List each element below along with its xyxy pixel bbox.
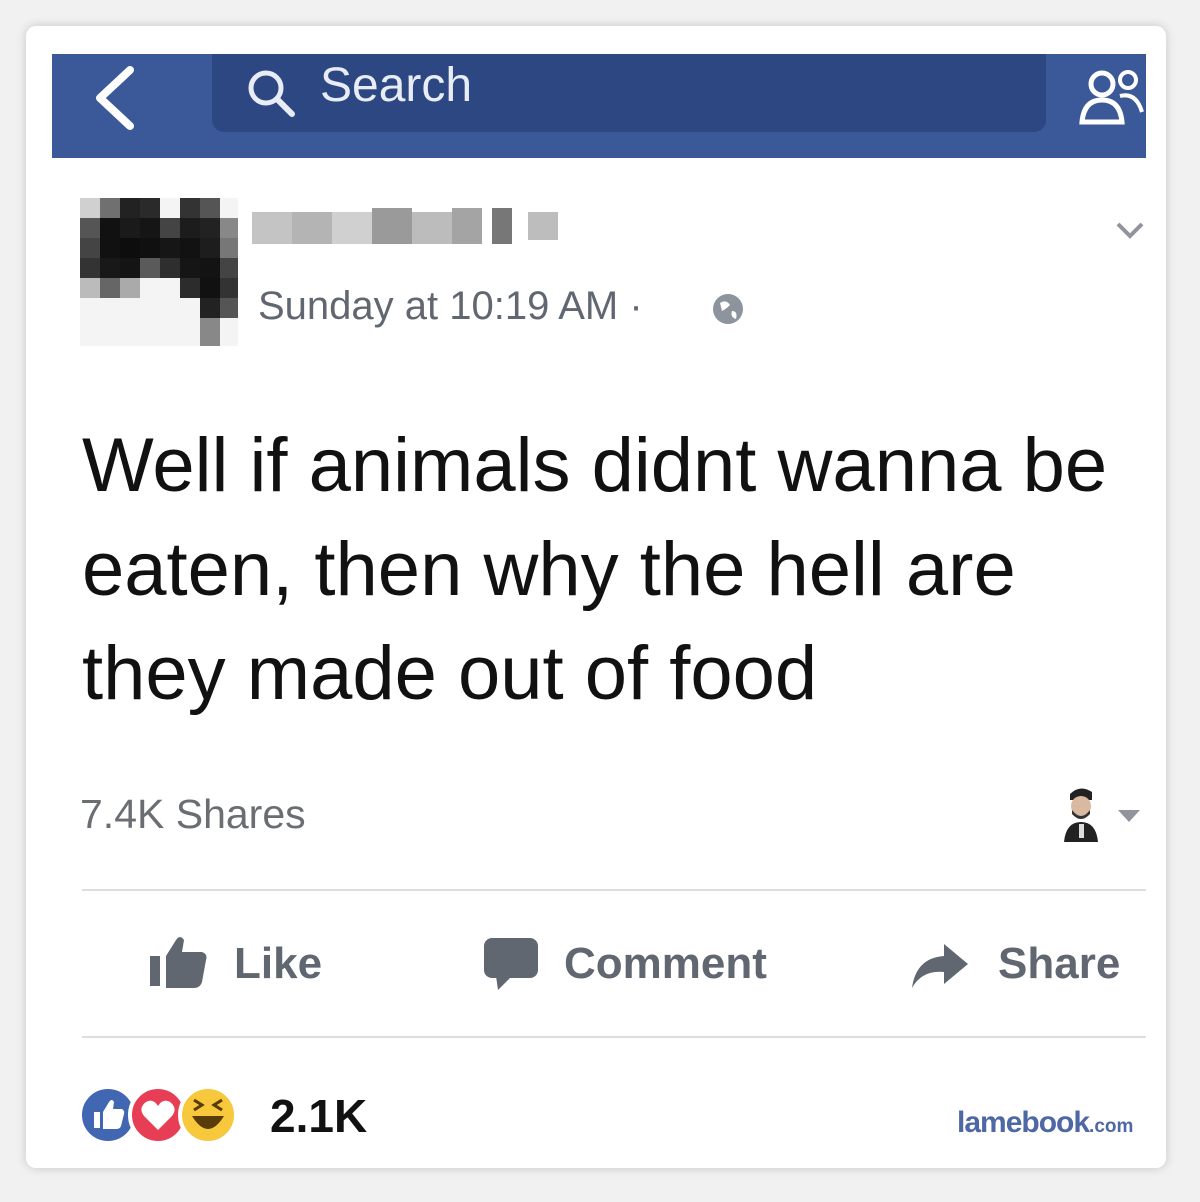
haha-reaction-icon <box>178 1085 238 1145</box>
watermark-tld: .com <box>1089 1116 1134 1137</box>
love-reaction-icon <box>128 1085 188 1145</box>
like-label: Like <box>234 939 323 988</box>
search-placeholder: Search <box>320 59 473 112</box>
watermark-name: lamebook <box>957 1106 1090 1139</box>
author-name-blurred[interactable] <box>252 202 564 260</box>
friend-requests-icon <box>1079 70 1144 125</box>
share-label: Share <box>998 939 1121 988</box>
thumbs-up-icon <box>150 937 207 988</box>
back-button[interactable] <box>90 64 150 134</box>
timestamp-separator: · <box>629 284 643 328</box>
shares-count[interactable]: 7.4K Shares <box>80 789 306 839</box>
top-navigation-bar: Search <box>52 54 1146 158</box>
comment-label: Comment <box>564 939 767 988</box>
like-reaction-icon <box>78 1085 138 1145</box>
sharer-avatar[interactable] <box>1058 784 1104 842</box>
back-chevron-icon <box>96 66 134 130</box>
share-button[interactable]: Share <box>904 926 1134 1006</box>
facebook-post-screen: Search Sunday at 10:19 AM · Well if anim… <box>52 54 1146 1154</box>
friend-requests-button[interactable] <box>1076 68 1146 135</box>
divider-bottom <box>82 1036 1146 1038</box>
reactions-count[interactable]: 2.1K <box>270 1088 367 1144</box>
like-button[interactable]: Like <box>142 926 342 1006</box>
post-options-chevron-icon[interactable] <box>1116 220 1146 250</box>
globe-icon <box>713 294 743 324</box>
post-text: Well if animals didnt wanna be eaten, th… <box>82 423 1108 716</box>
search-icon <box>248 70 295 117</box>
comment-bubble-icon <box>484 938 538 990</box>
author-avatar[interactable] <box>80 198 238 346</box>
timestamp-text: Sunday at 10:19 AM <box>258 284 619 328</box>
post-timestamp[interactable]: Sunday at 10:19 AM · <box>258 282 643 330</box>
reactions-icons[interactable] <box>76 1082 266 1148</box>
comment-button[interactable]: Comment <box>480 926 800 1006</box>
lamebook-watermark: lamebook.com <box>957 1106 1133 1140</box>
share-arrow-icon <box>912 944 968 988</box>
divider-top <box>82 889 1146 891</box>
search-bar[interactable]: Search <box>212 54 1046 132</box>
caret-down-icon[interactable] <box>1118 810 1140 824</box>
